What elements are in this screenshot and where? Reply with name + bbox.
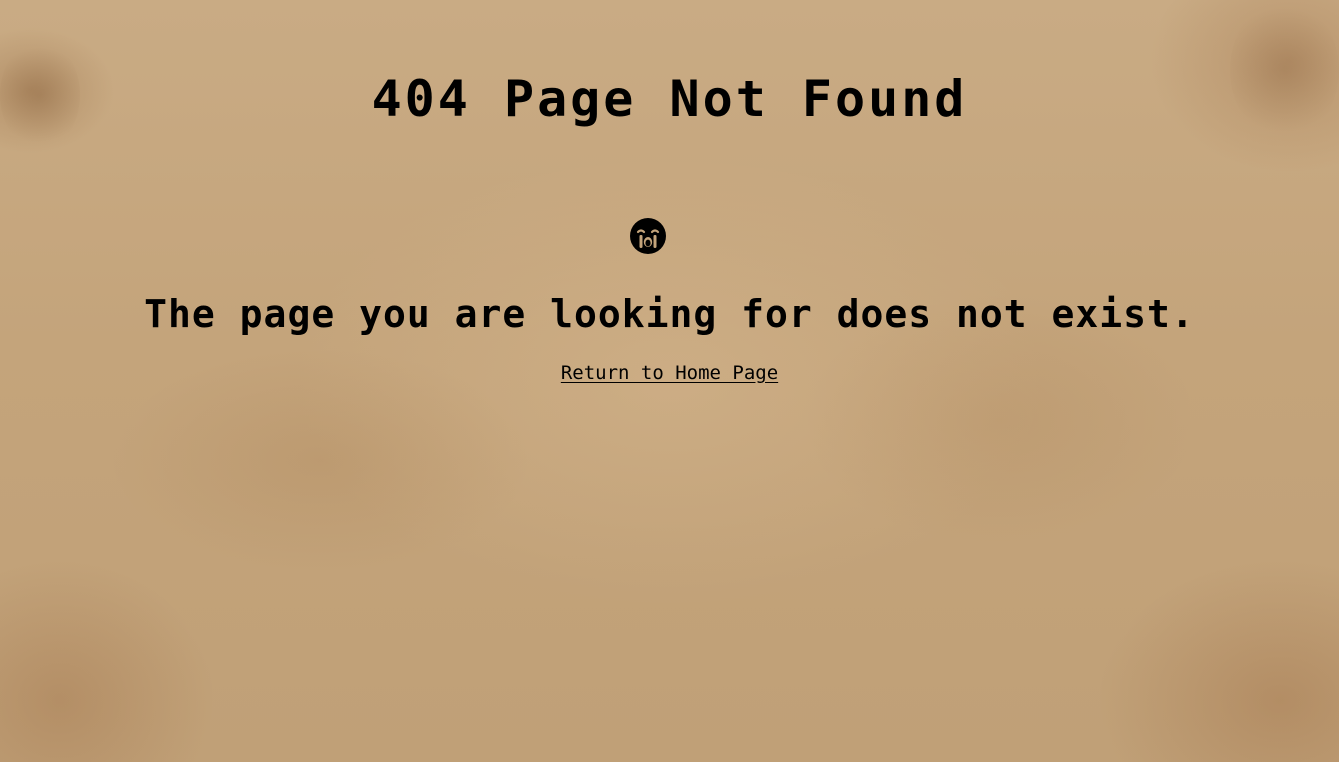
crying-face-icon bbox=[630, 218, 666, 254]
page-background: { "page": { "title": "404 Page Not Found… bbox=[0, 0, 1339, 762]
return-home-link[interactable]: Return to Home Page bbox=[561, 362, 778, 384]
home-link-container: Return to Home Page bbox=[0, 360, 1339, 387]
error-message: The page you are looking for does not ex… bbox=[144, 292, 1195, 336]
page-title: 404 Page Not Found bbox=[371, 70, 968, 128]
